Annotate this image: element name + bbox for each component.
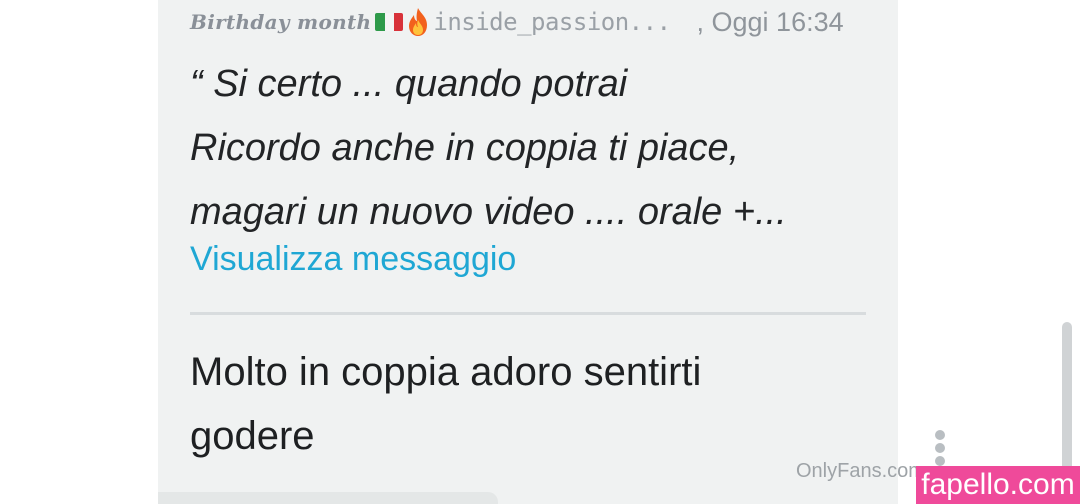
quoted-message-text: “ Si certo ... quando potrai Ricordo anc… <box>190 52 870 244</box>
reply-message-text: Molto in coppia adoro sentirti godere <box>190 340 870 468</box>
onlyfans-watermark: OnlyFans.com <box>796 460 925 482</box>
view-message-link[interactable]: Visualizza messaggio <box>190 240 516 279</box>
next-message-bubble-edge <box>158 492 498 504</box>
italy-flag-icon <box>375 13 404 31</box>
quote-timestamp: , Oggi 16:34 <box>696 6 844 37</box>
quoted-line: Ricordo anche in coppia ti piace, <box>190 127 740 169</box>
quote-sender-handle: inside_passion... <box>433 8 671 36</box>
quote-header: Birthday month inside_passion... , Oggi … <box>190 4 844 40</box>
fire-icon <box>409 8 428 36</box>
quoted-line: magari un nuovo video .... orale +... <box>190 191 787 233</box>
divider <box>190 312 866 315</box>
reply-line: godere <box>190 414 315 458</box>
fapello-watermark-badge: fapello.com <box>916 466 1080 504</box>
quote-sender-name: Birthday month <box>190 10 372 34</box>
reply-line: Molto in coppia adoro sentirti <box>190 350 702 394</box>
quoted-line: “ Si certo ... quando potrai <box>190 63 628 105</box>
more-vertical-icon[interactable] <box>934 430 946 466</box>
